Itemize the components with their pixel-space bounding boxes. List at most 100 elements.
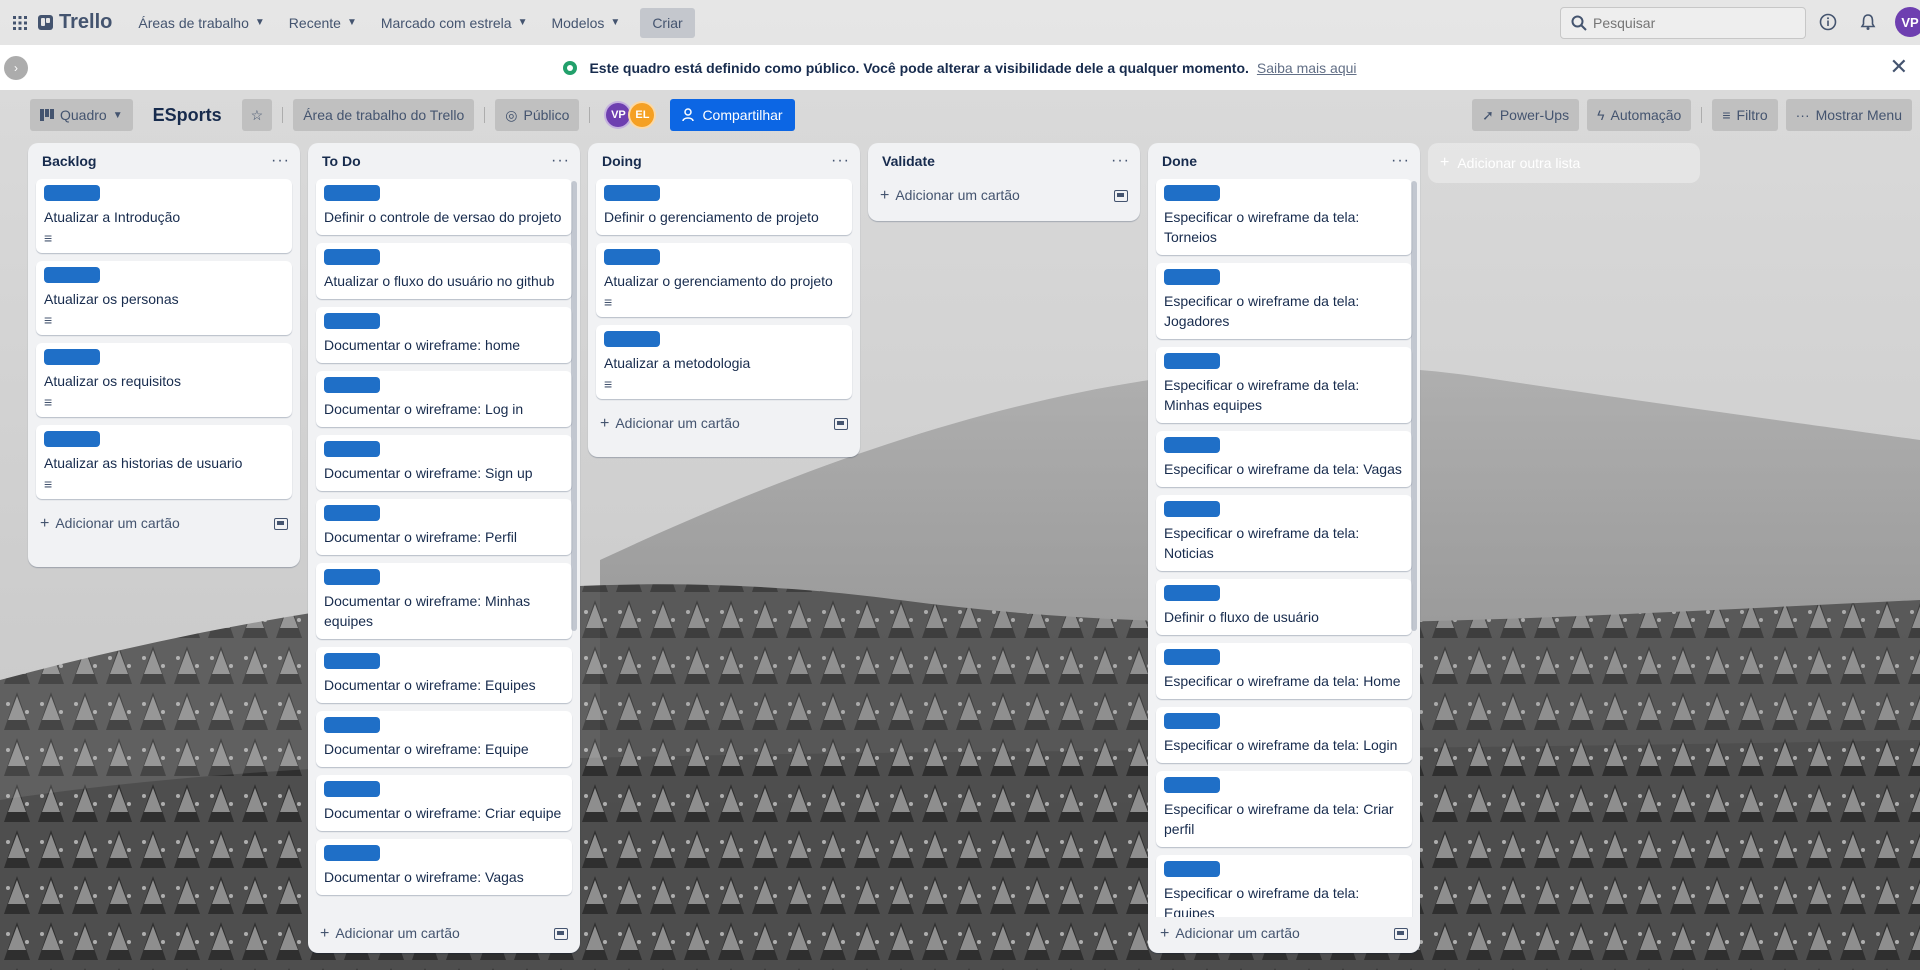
- list-title[interactable]: To Do: [322, 153, 361, 169]
- card[interactable]: Atualizar as historias de usuario ≡: [36, 425, 292, 499]
- member-avatar[interactable]: EL: [628, 101, 657, 129]
- add-card-button[interactable]: + Adicionar um cartão: [28, 507, 300, 541]
- card-template-icon[interactable]: [834, 418, 848, 430]
- list-actions-icon[interactable]: ···: [1111, 152, 1130, 170]
- card-label[interactable]: [324, 377, 380, 393]
- visibility-button[interactable]: ◎ Público: [495, 99, 580, 131]
- list-title[interactable]: Done: [1162, 153, 1197, 169]
- card-template-icon[interactable]: [274, 518, 288, 530]
- card[interactable]: Atualizar a metodologia ≡: [596, 325, 852, 399]
- list-header[interactable]: To Do ···: [308, 143, 580, 179]
- list-header[interactable]: Done ···: [1148, 143, 1420, 179]
- card[interactable]: Atualizar os requisitos ≡: [36, 343, 292, 417]
- card-label[interactable]: [324, 717, 380, 733]
- menu-templates[interactable]: Modelos ▼: [539, 7, 632, 39]
- list-actions-icon[interactable]: ···: [271, 152, 290, 170]
- list-header[interactable]: Backlog ···: [28, 143, 300, 179]
- list-scrollbar[interactable]: [1411, 181, 1417, 631]
- card-label[interactable]: [324, 653, 380, 669]
- learn-more-link[interactable]: Saiba mais aqui: [1257, 60, 1357, 76]
- menu-starred[interactable]: Marcado com estrela ▼: [369, 7, 540, 39]
- card[interactable]: Especificar o wireframe da tela: Equipes: [1156, 855, 1412, 917]
- card[interactable]: Documentar o wireframe: Equipe: [316, 711, 572, 767]
- search-input[interactable]: [1593, 15, 1783, 31]
- view-switcher-button[interactable]: Quadro ▼: [30, 99, 133, 131]
- card[interactable]: Especificar o wireframe da tela: Login: [1156, 707, 1412, 763]
- star-board-button[interactable]: ☆: [241, 99, 273, 131]
- card[interactable]: Definir o gerenciamento de projeto: [596, 179, 852, 235]
- card-label[interactable]: [44, 349, 100, 365]
- card-label[interactable]: [1164, 777, 1220, 793]
- card[interactable]: Atualizar a Introdução ≡: [36, 179, 292, 253]
- card[interactable]: Atualizar o fluxo do usuário no github: [316, 243, 572, 299]
- card-label[interactable]: [1164, 713, 1220, 729]
- card[interactable]: Documentar o wireframe: Criar equipe: [316, 775, 572, 831]
- list-actions-icon[interactable]: ···: [551, 152, 570, 170]
- card[interactable]: Documentar o wireframe: Minhas equipes: [316, 563, 572, 639]
- list-validate[interactable]: Validate ··· + Adicionar um cartão: [868, 143, 1140, 221]
- menu-recent[interactable]: Recente ▼: [277, 7, 369, 39]
- card-label[interactable]: [604, 331, 660, 347]
- card-label[interactable]: [1164, 861, 1220, 877]
- sidebar-expand-icon[interactable]: ›: [4, 56, 28, 80]
- add-list-button[interactable]: + Adicionar outra lista: [1428, 143, 1700, 183]
- card[interactable]: Definir o controle de versao do projeto: [316, 179, 572, 235]
- close-icon[interactable]: ✕: [1890, 54, 1908, 80]
- card[interactable]: Atualizar o gerenciamento do projeto ≡: [596, 243, 852, 317]
- card-label[interactable]: [324, 845, 380, 861]
- workspace-button[interactable]: Área de trabalho do Trello: [293, 99, 475, 131]
- bell-icon[interactable]: [1855, 9, 1881, 35]
- card[interactable]: Documentar o wireframe: Sign up: [316, 435, 572, 491]
- add-card-button[interactable]: + Adicionar um cartão: [1148, 917, 1420, 951]
- card[interactable]: Especificar o wireframe da tela: Vagas: [1156, 431, 1412, 487]
- filter-button[interactable]: ≡ Filtro: [1712, 99, 1778, 131]
- list-backlog[interactable]: Backlog ··· Atualizar a Introdução ≡ Atualiz…: [28, 143, 300, 567]
- card-label[interactable]: [324, 505, 380, 521]
- show-menu-button[interactable]: ··· Mostrar Menu: [1785, 99, 1912, 131]
- card[interactable]: Documentar o wireframe: Log in: [316, 371, 572, 427]
- trello-logo[interactable]: Trello: [38, 11, 112, 34]
- card-label[interactable]: [1164, 353, 1220, 369]
- automation-button[interactable]: ϟ Automação: [1587, 99, 1692, 131]
- search-box[interactable]: [1560, 7, 1806, 39]
- list-done[interactable]: Done ··· Especificar o wireframe da tela: …: [1148, 143, 1420, 953]
- add-card-button[interactable]: + Adicionar um cartão: [868, 179, 1140, 213]
- list-title[interactable]: Backlog: [42, 153, 96, 169]
- menu-workspaces[interactable]: Áreas de trabalho ▼: [126, 7, 276, 39]
- card-label[interactable]: [1164, 437, 1220, 453]
- card-label[interactable]: [324, 313, 380, 329]
- share-button[interactable]: Compartilhar: [670, 99, 795, 131]
- card-label[interactable]: [44, 431, 100, 447]
- user-avatar[interactable]: VP: [1895, 7, 1920, 37]
- card-label[interactable]: [604, 249, 660, 265]
- list-title[interactable]: Doing: [602, 153, 642, 169]
- board-title[interactable]: ESports: [141, 105, 234, 126]
- add-card-button[interactable]: + Adicionar um cartão: [588, 407, 860, 441]
- card[interactable]: Documentar o wireframe: home: [316, 307, 572, 363]
- card-label[interactable]: [44, 267, 100, 283]
- list-header[interactable]: Validate ···: [868, 143, 1140, 179]
- list-header[interactable]: Doing ···: [588, 143, 860, 179]
- card[interactable]: Documentar o wireframe: Vagas: [316, 839, 572, 895]
- card-label[interactable]: [1164, 185, 1220, 201]
- card[interactable]: Documentar o wireframe: Perfil: [316, 499, 572, 555]
- card[interactable]: Especificar o wireframe da tela: Home: [1156, 643, 1412, 699]
- list-title[interactable]: Validate: [882, 153, 935, 169]
- card-label[interactable]: [324, 441, 380, 457]
- card[interactable]: Especificar o wireframe da tela: Minhas …: [1156, 347, 1412, 423]
- card-template-icon[interactable]: [554, 928, 568, 940]
- card[interactable]: Atualizar os personas ≡: [36, 261, 292, 335]
- card-template-icon[interactable]: [1394, 928, 1408, 940]
- list-actions-icon[interactable]: ···: [831, 152, 850, 170]
- card-label[interactable]: [324, 249, 380, 265]
- card-label[interactable]: [1164, 269, 1220, 285]
- card-label[interactable]: [324, 185, 380, 201]
- card-label[interactable]: [324, 569, 380, 585]
- card[interactable]: Definir o fluxo de usuário: [1156, 579, 1412, 635]
- create-button[interactable]: Criar: [640, 7, 695, 38]
- card[interactable]: Especificar o wireframe da tela: Jogador…: [1156, 263, 1412, 339]
- list-doing[interactable]: Doing ··· Definir o gerenciamento de proje…: [588, 143, 860, 457]
- list-to-do[interactable]: To Do ··· Definir o controle de versao do …: [308, 143, 580, 953]
- card-template-icon[interactable]: [1114, 190, 1128, 202]
- card-label[interactable]: [1164, 585, 1220, 601]
